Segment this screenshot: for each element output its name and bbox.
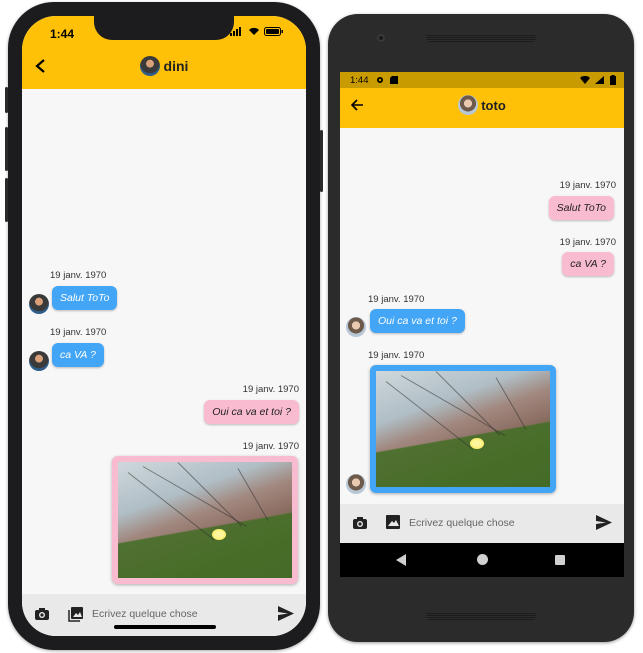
- camera-icon[interactable]: [352, 516, 368, 533]
- signal-icon: [230, 27, 241, 36]
- app-bar: 1:44 dini: [22, 16, 306, 89]
- chat-title[interactable]: dini: [22, 56, 306, 76]
- contact-name: dini: [163, 58, 189, 74]
- battery-icon: [264, 27, 283, 36]
- contact-name: toto: [481, 97, 506, 113]
- image-message[interactable]: [112, 456, 298, 584]
- message-date: 19 janv. 1970: [368, 350, 425, 361]
- mute-switch: [5, 87, 8, 113]
- sd-card-icon: [390, 76, 398, 84]
- chat-title[interactable]: toto: [340, 95, 624, 115]
- volume-down-button: [5, 178, 8, 222]
- volume-up-button: [5, 127, 8, 171]
- sender-avatar: [346, 317, 366, 337]
- bottom-speaker: [426, 612, 536, 620]
- iphone-screen: 1:44 dini 19 janv. 1970 Salut ToTo 19 ja…: [22, 16, 306, 636]
- sender-avatar: [346, 474, 366, 494]
- home-indicator: [114, 625, 216, 629]
- wifi-icon: [249, 27, 259, 35]
- iphone-device: 1:44 dini 19 janv. 1970 Salut ToTo 19 ja…: [5, 2, 323, 650]
- composer-bar: Ecrivez quelque chose: [340, 504, 624, 543]
- message-bubble[interactable]: ca VA ?: [52, 343, 104, 367]
- nav-back-icon[interactable]: [396, 554, 406, 566]
- message-bubble[interactable]: Oui ca va et toi ?: [370, 309, 465, 333]
- status-bar: 1:44: [340, 72, 624, 88]
- message-date: 19 janv. 1970: [50, 270, 107, 281]
- app-bar: toto: [340, 88, 624, 128]
- message-bubble[interactable]: Salut ToTo: [52, 286, 118, 310]
- flower: [214, 531, 224, 538]
- message-input[interactable]: Ecrivez quelque chose: [409, 517, 515, 529]
- contact-avatar: [139, 56, 160, 76]
- message-bubble[interactable]: Salut ToTo: [548, 196, 614, 220]
- message-bubble[interactable]: Oui ca va et toi ?: [204, 400, 299, 424]
- battery-icon: [610, 75, 616, 85]
- message-date: 19 janv. 1970: [559, 180, 616, 191]
- status-time: 1:44: [350, 75, 369, 86]
- message-input[interactable]: Ecrivez quelque chose: [92, 608, 198, 620]
- flower: [472, 440, 482, 447]
- message-date: 19 janv. 1970: [242, 441, 299, 452]
- android-device: 1:44 toto 19 janv. 1970 Salut ToTo 19 ja…: [328, 14, 634, 642]
- sender-avatar: [29, 351, 49, 371]
- photo: [376, 371, 550, 487]
- front-camera: [377, 34, 385, 42]
- contact-avatar: [458, 95, 479, 115]
- photo: [118, 462, 292, 578]
- nav-recents-icon[interactable]: [555, 555, 565, 565]
- message-date: 19 janv. 1970: [50, 327, 107, 338]
- status-icons: [230, 27, 284, 36]
- notch: [94, 16, 234, 40]
- gallery-icon[interactable]: [68, 607, 83, 625]
- wifi-icon: [580, 76, 590, 84]
- send-icon[interactable]: [596, 515, 612, 533]
- sender-avatar: [29, 294, 49, 314]
- power-button: [320, 130, 323, 192]
- send-icon[interactable]: [278, 606, 294, 624]
- signal-icon: [595, 76, 604, 84]
- message-date: 19 janv. 1970: [368, 294, 425, 305]
- message-date: 19 janv. 1970: [559, 237, 616, 248]
- status-time: 1:44: [50, 27, 75, 41]
- top-speaker: [426, 34, 536, 42]
- settings-icon: [377, 77, 383, 83]
- navigation-bar: [340, 543, 624, 577]
- nav-home-icon[interactable]: [477, 554, 488, 565]
- message-date: 19 janv. 1970: [242, 384, 299, 395]
- composer-bar: Ecrivez quelque chose: [22, 594, 306, 636]
- image-message[interactable]: [370, 365, 556, 493]
- android-screen: 1:44 toto 19 janv. 1970 Salut ToTo 19 ja…: [340, 72, 624, 577]
- message-bubble[interactable]: ca VA ?: [562, 252, 614, 276]
- gallery-icon[interactable]: [386, 515, 401, 533]
- camera-icon[interactable]: [34, 607, 50, 624]
